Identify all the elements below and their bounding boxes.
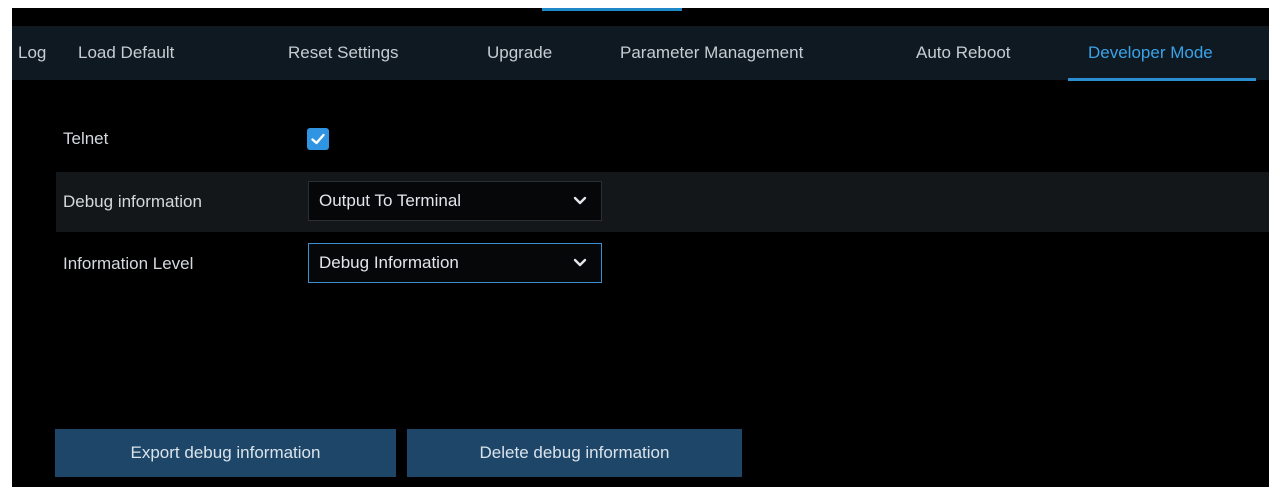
tab-load-default[interactable]: Load Default xyxy=(78,26,174,80)
active-tab-indicator xyxy=(1068,78,1256,81)
export-debug-information-button[interactable]: Export debug information xyxy=(55,429,396,477)
debug-information-select[interactable]: Output To Terminal xyxy=(308,181,602,221)
information-level-row: Information Level Debug Information xyxy=(56,234,1269,294)
telnet-checkbox[interactable] xyxy=(307,128,329,150)
top-accent-bar xyxy=(542,8,682,11)
tab-log[interactable]: Log xyxy=(18,26,46,80)
tab-auto-reboot[interactable]: Auto Reboot xyxy=(916,26,1011,80)
telnet-row: Telnet xyxy=(56,109,1269,169)
tab-upgrade[interactable]: Upgrade xyxy=(487,26,552,80)
debug-information-row: Debug information Output To Terminal xyxy=(56,172,1269,232)
tab-developer-mode[interactable]: Developer Mode xyxy=(1088,26,1213,80)
chevron-down-icon xyxy=(573,196,587,205)
debug-information-label: Debug information xyxy=(63,192,202,211)
developer-mode-panel: Log Load Default Reset Settings Upgrade … xyxy=(12,8,1269,487)
tab-reset-settings[interactable]: Reset Settings xyxy=(288,26,399,80)
tab-bar: Log Load Default Reset Settings Upgrade … xyxy=(12,26,1269,80)
chevron-down-icon xyxy=(573,258,587,267)
delete-debug-information-button[interactable]: Delete debug information xyxy=(407,429,742,477)
checkmark-icon xyxy=(311,133,325,145)
information-level-select[interactable]: Debug Information xyxy=(308,243,602,283)
debug-information-value: Output To Terminal xyxy=(319,191,462,210)
information-level-label: Information Level xyxy=(63,254,194,273)
tab-parameter-management[interactable]: Parameter Management xyxy=(620,26,803,80)
telnet-label: Telnet xyxy=(63,129,109,148)
information-level-value: Debug Information xyxy=(319,253,459,272)
